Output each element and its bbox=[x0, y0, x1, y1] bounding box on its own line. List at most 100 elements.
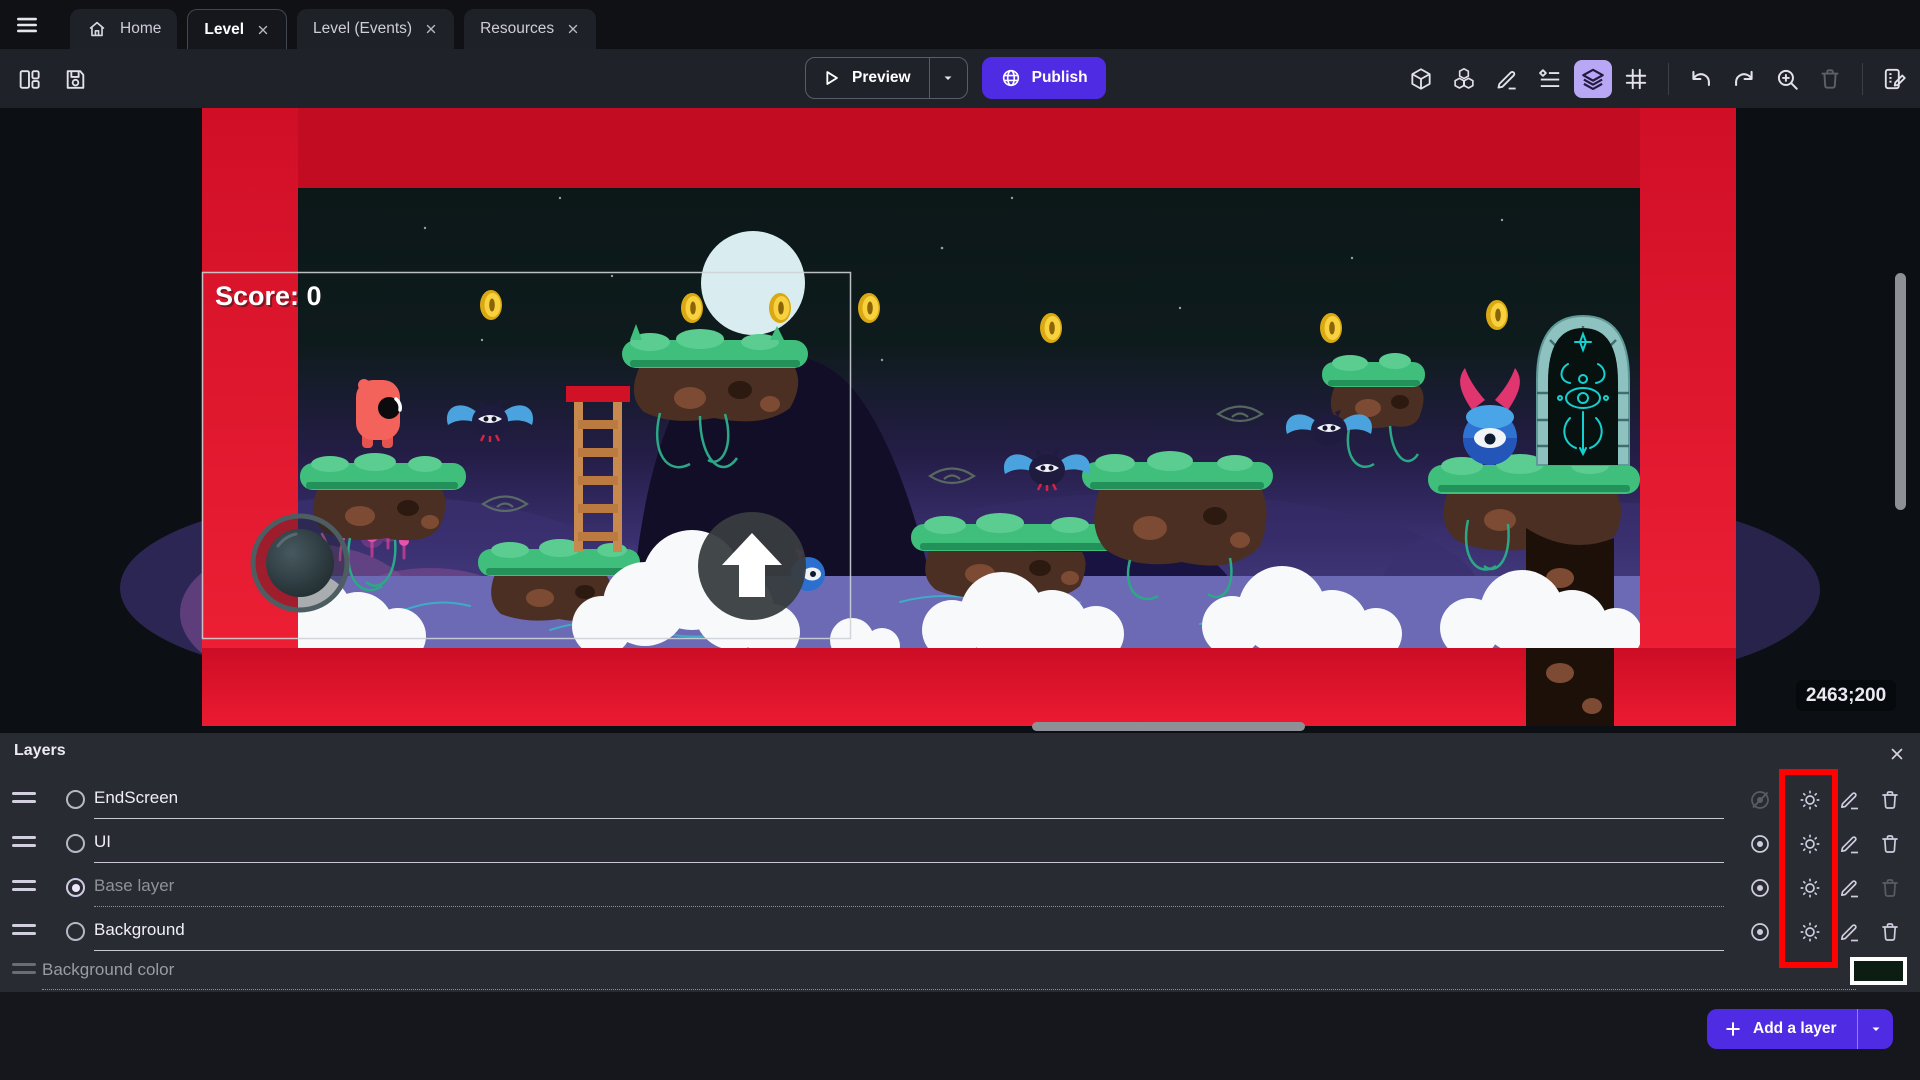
play-icon bbox=[820, 67, 842, 89]
preview-options-dropdown[interactable] bbox=[929, 58, 967, 98]
layers-panel-title: Layers bbox=[14, 742, 66, 760]
tab-level[interactable]: Level bbox=[187, 9, 287, 49]
boundary-zone-left[interactable] bbox=[202, 108, 298, 726]
layer-row-endscreen: EndScreen bbox=[0, 780, 1920, 820]
field-underline bbox=[94, 862, 1724, 863]
drag-handle-icon[interactable] bbox=[12, 924, 36, 940]
3d-box-icon[interactable] bbox=[1402, 60, 1440, 98]
boundary-zone-top[interactable] bbox=[202, 108, 1736, 188]
add-layer-button[interactable]: Add a layer bbox=[1707, 1019, 1857, 1039]
visibility-eye-off-icon[interactable] bbox=[1746, 786, 1774, 814]
plus-icon bbox=[1723, 1019, 1743, 1039]
preview-button-group: Preview bbox=[805, 57, 968, 99]
effects-sun-icon[interactable] bbox=[1796, 786, 1824, 814]
scene-canvas[interactable]: Score: 0 Score: 0 2463;200 bbox=[0, 108, 1920, 733]
close-tab-icon[interactable] bbox=[424, 22, 438, 36]
layers-panel-icon[interactable] bbox=[1574, 60, 1612, 98]
preview-button[interactable]: Preview bbox=[806, 58, 929, 98]
cursor-coordinates-badge: 2463;200 bbox=[1796, 680, 1896, 711]
horizontal-scrollbar[interactable] bbox=[1032, 722, 1305, 731]
portal[interactable] bbox=[1537, 316, 1629, 465]
tab-label: Home bbox=[120, 20, 161, 38]
tab-label: Resources bbox=[480, 20, 554, 38]
layer-name-field[interactable]: UI bbox=[94, 832, 111, 852]
trash-icon[interactable] bbox=[1876, 830, 1904, 858]
toolbar-divider bbox=[1862, 63, 1863, 95]
layer-radio[interactable] bbox=[66, 790, 85, 809]
add-layer-dropdown[interactable] bbox=[1857, 1009, 1893, 1049]
object-groups-icon[interactable] bbox=[1445, 60, 1483, 98]
drag-handle-icon[interactable] bbox=[12, 792, 36, 808]
drag-handle-icon[interactable] bbox=[12, 836, 36, 852]
layer-radio-selected[interactable] bbox=[66, 878, 85, 897]
edit-scene-icon[interactable] bbox=[1488, 60, 1526, 98]
field-underline bbox=[94, 906, 1724, 907]
background-color-row: Background color bbox=[0, 951, 1920, 991]
effects-sun-icon[interactable] bbox=[1796, 830, 1824, 858]
boundary-zone-right[interactable] bbox=[1640, 108, 1736, 726]
layers-panel: Layers EndScreen bbox=[0, 733, 1920, 992]
trash-icon[interactable] bbox=[1876, 918, 1904, 946]
publish-button[interactable]: Publish bbox=[982, 57, 1106, 99]
field-underline bbox=[94, 818, 1724, 819]
add-layer-button-group: Add a layer bbox=[1707, 1009, 1893, 1049]
preview-label: Preview bbox=[852, 69, 911, 87]
grid-icon[interactable] bbox=[1617, 60, 1655, 98]
gdevelop-editor-window: Home Level Level (Events) Resources bbox=[0, 0, 1920, 1080]
close-panel-icon[interactable] bbox=[1884, 741, 1910, 767]
events-sheet-icon[interactable] bbox=[1876, 60, 1914, 98]
scene-render: Score: 0 Score: 0 bbox=[0, 108, 1920, 733]
toolbar-divider bbox=[1668, 63, 1669, 95]
edit-pencil-icon[interactable] bbox=[1836, 786, 1864, 814]
tab-label: Level bbox=[204, 21, 244, 39]
drag-handle-icon bbox=[12, 963, 36, 979]
home-icon bbox=[86, 18, 108, 40]
layer-row-ui: UI bbox=[0, 824, 1920, 864]
boundary-zone-bottom[interactable] bbox=[202, 648, 1736, 726]
visibility-eye-icon[interactable] bbox=[1746, 874, 1774, 902]
save-icon[interactable] bbox=[56, 60, 94, 98]
tab-label: Level (Events) bbox=[313, 20, 412, 38]
trash-icon-disabled bbox=[1876, 874, 1904, 902]
jump-button[interactable] bbox=[698, 512, 806, 620]
effects-sun-icon[interactable] bbox=[1796, 874, 1824, 902]
redo-icon[interactable] bbox=[1725, 60, 1763, 98]
layer-name-field[interactable]: Base layer bbox=[94, 876, 174, 896]
edit-pencil-icon[interactable] bbox=[1836, 874, 1864, 902]
visibility-eye-icon[interactable] bbox=[1746, 918, 1774, 946]
zoom-in-icon[interactable] bbox=[1768, 60, 1806, 98]
layer-radio[interactable] bbox=[66, 834, 85, 853]
main-menu-icon[interactable] bbox=[14, 10, 54, 40]
undo-icon[interactable] bbox=[1682, 60, 1720, 98]
delete-icon[interactable] bbox=[1811, 60, 1849, 98]
edit-pencil-icon[interactable] bbox=[1836, 830, 1864, 858]
tab-home[interactable]: Home bbox=[70, 9, 177, 49]
panel-footer: Add a layer bbox=[0, 992, 1920, 1080]
field-underline bbox=[42, 989, 1856, 990]
visibility-eye-icon[interactable] bbox=[1746, 830, 1774, 858]
tab-resources[interactable]: Resources bbox=[464, 9, 596, 49]
add-layer-label: Add a layer bbox=[1753, 1020, 1837, 1038]
vertical-scrollbar[interactable] bbox=[1895, 273, 1906, 510]
background-color-label: Background color bbox=[42, 960, 174, 980]
layer-row-base-layer: Base layer bbox=[0, 868, 1920, 908]
layer-row-background: Background bbox=[0, 912, 1920, 952]
close-tab-icon[interactable] bbox=[566, 22, 580, 36]
moon[interactable] bbox=[701, 231, 805, 335]
layer-name-field[interactable]: EndScreen bbox=[94, 788, 178, 808]
instances-list-icon[interactable] bbox=[1531, 60, 1569, 98]
layer-radio[interactable] bbox=[66, 922, 85, 941]
panels-layout-icon[interactable] bbox=[10, 60, 48, 98]
globe-icon bbox=[1000, 67, 1022, 89]
background-color-swatch[interactable] bbox=[1850, 957, 1907, 985]
drag-handle-icon[interactable] bbox=[12, 880, 36, 896]
publish-label: Publish bbox=[1032, 69, 1088, 87]
toolbar: Preview Publish bbox=[0, 49, 1920, 108]
layer-name-field[interactable]: Background bbox=[94, 920, 185, 940]
effects-sun-icon[interactable] bbox=[1796, 918, 1824, 946]
close-tab-icon[interactable] bbox=[256, 23, 270, 37]
edit-pencil-icon[interactable] bbox=[1836, 918, 1864, 946]
tab-level-events[interactable]: Level (Events) bbox=[297, 9, 454, 49]
joystick-control[interactable] bbox=[253, 516, 347, 610]
trash-icon[interactable] bbox=[1876, 786, 1904, 814]
